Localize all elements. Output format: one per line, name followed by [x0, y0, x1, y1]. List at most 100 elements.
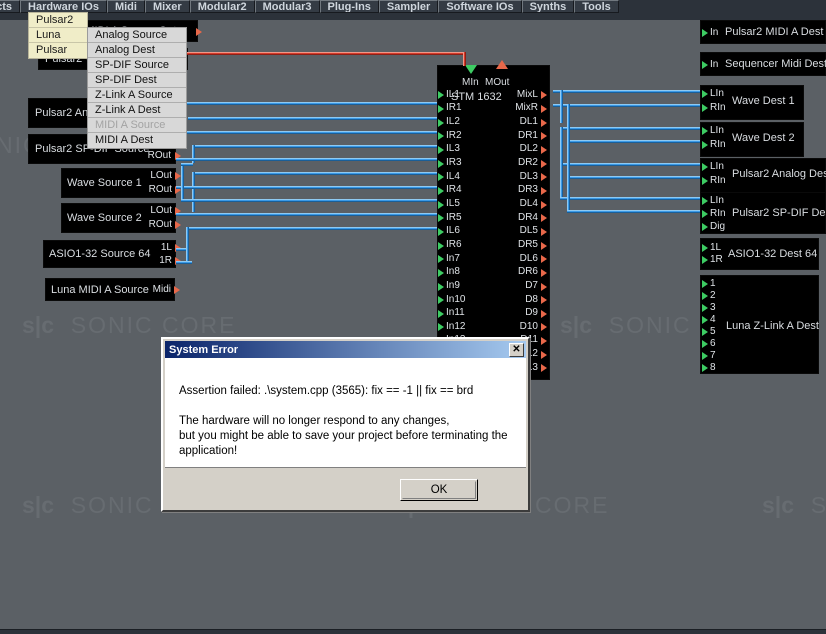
port-out-icon[interactable] — [541, 364, 547, 372]
port-out-icon[interactable] — [541, 242, 547, 250]
cable[interactable] — [192, 172, 195, 212]
port-in-icon[interactable] — [438, 105, 444, 113]
menu-tab-effects[interactable]: ects — [0, 0, 21, 13]
cable[interactable] — [192, 172, 441, 175]
menu-tab-tools[interactable]: Tools — [574, 0, 619, 13]
cable[interactable] — [176, 102, 441, 105]
cable[interactable] — [176, 186, 441, 189]
cable[interactable] — [186, 227, 189, 261]
context-menu-level-2[interactable]: Analog Source Analog Dest SP-DIF Source … — [87, 27, 187, 149]
port-in-icon[interactable] — [702, 292, 708, 300]
port-out-icon[interactable] — [541, 173, 547, 181]
port-in-icon[interactable] — [438, 242, 444, 250]
cable[interactable] — [176, 261, 192, 264]
port-in-icon[interactable] — [438, 269, 444, 277]
module-wave-dest-1[interactable]: LIn RIn Wave Dest 1 — [700, 85, 804, 120]
port-in-icon[interactable] — [702, 256, 708, 264]
port-in-icon[interactable] — [702, 223, 708, 231]
port-in-icon[interactable] — [702, 316, 708, 324]
cable[interactable] — [553, 104, 700, 107]
cable[interactable] — [176, 248, 186, 251]
port-out-icon[interactable] — [541, 269, 547, 277]
mout-arrow-icon[interactable] — [496, 60, 508, 69]
cable[interactable] — [567, 104, 570, 140]
port-in-icon[interactable] — [702, 104, 708, 112]
cable[interactable] — [176, 213, 441, 216]
port-out-icon[interactable] — [541, 337, 547, 345]
port-out-icon[interactable] — [541, 310, 547, 318]
module-asio1-32-source-64[interactable]: ASIO1-32 Source 64 1L 1R — [43, 240, 181, 268]
menu-tab-software-ios[interactable]: Software IOs — [438, 0, 522, 13]
context-menu-level-1[interactable]: Pulsar2 Luna Pulsar — [28, 12, 88, 59]
cable-midi-red[interactable] — [183, 52, 465, 55]
port-in-icon[interactable] — [702, 177, 708, 185]
port-in-icon[interactable] — [438, 160, 444, 168]
port-in-icon[interactable] — [702, 141, 708, 149]
port-out-icon[interactable] — [541, 119, 547, 127]
port-in-icon[interactable] — [438, 173, 444, 181]
module-wave-dest-2[interactable]: LIn RIn Wave Dest 2 — [700, 122, 804, 157]
port-in-icon[interactable] — [438, 228, 444, 236]
menu-tab-midi[interactable]: Midi — [106, 0, 145, 13]
port-in-icon[interactable] — [438, 187, 444, 195]
port-in-icon[interactable] — [438, 283, 444, 291]
port-out-icon[interactable] — [541, 160, 547, 168]
cable[interactable] — [567, 140, 570, 177]
port-in-icon[interactable] — [702, 163, 708, 171]
cable[interactable] — [181, 163, 184, 199]
menu-item-spdif-dest[interactable]: SP-DIF Dest — [88, 73, 186, 88]
port-in-icon[interactable] — [438, 132, 444, 140]
port-in-icon[interactable] — [702, 127, 708, 135]
cable[interactable] — [560, 163, 700, 166]
port-in-icon[interactable] — [438, 296, 444, 304]
port-in-icon[interactable] — [702, 280, 708, 288]
module-wave-source-2[interactable]: Wave Source 2 LOut ROut — [61, 203, 181, 233]
menu-item-analog-source[interactable]: Analog Source — [88, 28, 186, 43]
cable[interactable] — [567, 176, 700, 179]
menu-tab-plugins[interactable]: Plug-Ins — [319, 0, 379, 13]
cable[interactable] — [560, 90, 563, 123]
menu-item-spdif-source[interactable]: SP-DIF Source — [88, 58, 186, 73]
port-out-icon[interactable] — [541, 201, 547, 209]
cable[interactable] — [192, 145, 441, 148]
port-in-icon[interactable] — [438, 201, 444, 209]
cable[interactable] — [560, 197, 700, 200]
port-out-icon[interactable] — [541, 228, 547, 236]
port-out-icon[interactable] — [541, 132, 547, 140]
menu-item-zlink-a-source[interactable]: Z-Link A Source — [88, 88, 186, 103]
module-wave-source-1[interactable]: Wave Source 1 LOut ROut — [61, 168, 181, 198]
close-icon[interactable]: ✕ — [509, 342, 524, 357]
port-in-icon[interactable] — [702, 352, 708, 360]
port-out-icon[interactable] — [541, 296, 547, 304]
menu-item-zlink-a-dest[interactable]: Z-Link A Dest — [88, 103, 186, 118]
port-out-icon[interactable] — [541, 283, 547, 291]
port-in-icon[interactable] — [702, 340, 708, 348]
port-out-icon[interactable] — [174, 286, 180, 294]
port-out-icon[interactable] — [541, 214, 547, 222]
port-out-icon[interactable] — [541, 146, 547, 154]
port-in-icon[interactable] — [702, 304, 708, 312]
module-luna-z-link-a-dest[interactable]: 1 2 3 4 5 6 7 8 Luna Z-Link A Dest — [700, 275, 819, 374]
port-in-icon[interactable] — [702, 197, 708, 205]
cable-midi-red[interactable] — [463, 52, 466, 66]
module-pulsar2-spdif-dest[interactable]: LIn RIn Dig Pulsar2 SP-DIF Dest — [700, 192, 826, 234]
port-out-icon[interactable] — [541, 105, 547, 113]
ok-button[interactable]: OK — [400, 479, 478, 501]
menu-tab-modular2[interactable]: Modular2 — [189, 0, 255, 13]
port-out-icon[interactable] — [541, 323, 547, 331]
port-in-icon[interactable] — [702, 29, 708, 37]
module-pulsar2-analog-dest[interactable]: LIn RIn Pulsar2 Analog Dest — [700, 158, 826, 193]
cable[interactable] — [176, 158, 441, 161]
port-out-icon[interactable] — [196, 28, 202, 36]
cable[interactable] — [188, 117, 441, 120]
port-out-icon[interactable] — [541, 91, 547, 99]
cable[interactable] — [176, 131, 441, 134]
port-in-icon[interactable] — [702, 90, 708, 98]
port-in-icon[interactable] — [702, 210, 708, 218]
port-in-icon[interactable] — [438, 323, 444, 331]
module-asio1-32-dest-64[interactable]: 1L 1R ASIO1-32 Dest 64 — [700, 238, 819, 270]
cable[interactable] — [560, 163, 563, 198]
port-out-icon[interactable] — [541, 187, 547, 195]
module-stm-1632[interactable]: MIn MOut STM 1632 IL1 IR1 IL2 IR2 IL3 IR… — [437, 60, 550, 380]
port-in-icon[interactable] — [702, 364, 708, 372]
